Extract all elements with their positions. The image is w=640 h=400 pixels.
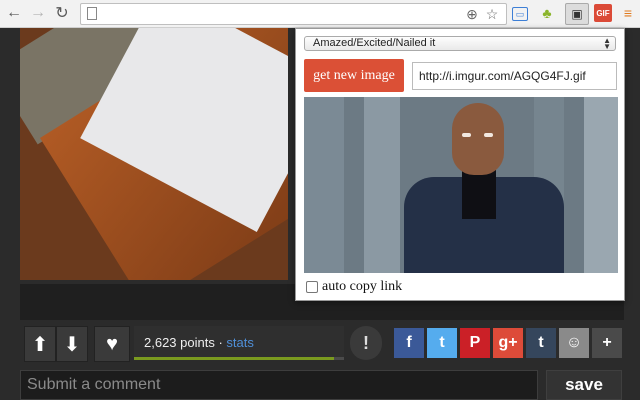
select-arrows-icon: ▲ ▼ (603, 36, 611, 51)
cast-icon[interactable]: ▣ (565, 3, 589, 25)
separator: · (214, 335, 227, 350)
checkbox-icon (306, 281, 318, 293)
arrow-right-icon[interactable]: → (28, 3, 48, 23)
heart-icon: ♥ (106, 332, 118, 355)
page-icon (87, 7, 97, 20)
background-pillar (304, 97, 344, 273)
downvote-button[interactable]: ⬇ (56, 326, 88, 362)
gif-url-field[interactable]: http://i.imgur.com/AGQG4FJ.gif (412, 62, 617, 90)
points-panel: 2,623 points · stats (134, 326, 344, 360)
person-face (452, 103, 504, 175)
background-pillar (364, 97, 400, 273)
arrow-left-icon[interactable]: ← (4, 3, 24, 23)
auto-copy-label: auto copy link (322, 279, 403, 294)
post-image (20, 28, 288, 280)
background-pillar (584, 97, 618, 273)
android-icon[interactable]: ♣ (538, 4, 556, 22)
google-plus-icon[interactable]: g+ (493, 328, 523, 358)
auto-copy-checkbox[interactable]: auto copy link (306, 279, 402, 295)
get-new-image-button[interactable]: get new image (304, 59, 404, 92)
upvote-button[interactable]: ⬆ (24, 326, 56, 362)
arrow-down-icon: ⬇ (63, 333, 81, 356)
favorite-button[interactable]: ♥ (94, 326, 130, 362)
save-button[interactable]: save (546, 370, 622, 400)
exclamation-icon: ! (363, 332, 369, 353)
facebook-icon[interactable]: f (394, 328, 424, 358)
reload-icon[interactable]: ↻ (52, 3, 72, 23)
star-icon[interactable]: ☆ (483, 5, 501, 23)
gif-preview-image (304, 97, 618, 273)
more-icon[interactable]: + (592, 328, 622, 358)
comment-input[interactable] (21, 371, 537, 399)
address-bar[interactable]: ⊕ ☆ (80, 3, 507, 25)
gif-extension-icon[interactable]: GIF (594, 4, 612, 22)
gif-extension-popup: Amazed/Excited/Nailed it ▲ ▼ get new imag… (295, 28, 625, 301)
zoom-icon[interactable]: ⊕ (463, 5, 481, 23)
browser-toolbar: ← → ↻ ⊕ ☆ ▭ ♣ ▣ GIF ≡ (0, 0, 640, 28)
category-select[interactable]: Amazed/Excited/Nailed it ▲ ▼ (304, 36, 616, 51)
arrow-up-icon: ⬆ (31, 333, 49, 356)
pinterest-icon[interactable]: P (460, 328, 490, 358)
points-bar-fill (134, 357, 334, 360)
eye (484, 133, 493, 137)
reddit-icon[interactable]: ☺ (559, 328, 589, 358)
menu-icon[interactable]: ≡ (619, 4, 637, 22)
category-select-value: Amazed/Excited/Nailed it (313, 37, 436, 49)
person-shirt (462, 169, 496, 219)
twitter-icon[interactable]: t (427, 328, 457, 358)
stats-link[interactable]: stats (226, 335, 253, 350)
points-count: 2,623 points (144, 335, 215, 350)
report-button[interactable]: ! (350, 326, 382, 360)
tumblr-icon[interactable]: t (526, 328, 556, 358)
tab-icon[interactable]: ▭ (512, 7, 528, 21)
eye (462, 133, 471, 137)
comment-field[interactable] (20, 370, 538, 400)
